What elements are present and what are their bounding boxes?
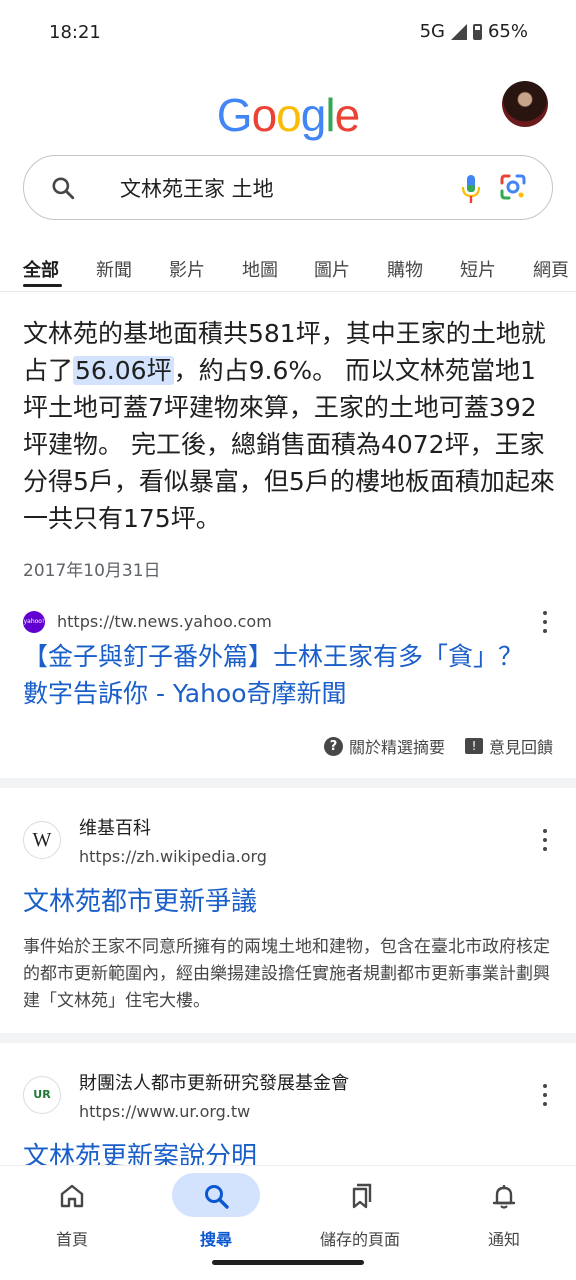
network-type: 5G bbox=[419, 21, 445, 42]
snippet-source-url: https://tw.news.yahoo.com bbox=[57, 612, 272, 631]
search-icon bbox=[205, 1185, 229, 1209]
search-icon[interactable] bbox=[50, 175, 76, 201]
gesture-handle[interactable] bbox=[212, 1260, 364, 1265]
battery-icon bbox=[472, 23, 482, 40]
tab-images[interactable]: 圖片 bbox=[314, 256, 350, 282]
logo-letter: g bbox=[300, 89, 327, 141]
tab-shorts[interactable]: 短片 bbox=[460, 256, 496, 282]
signal-icon bbox=[450, 23, 467, 40]
result-title[interactable]: 文林苑都市更新爭議 bbox=[23, 884, 257, 921]
lens-icon[interactable] bbox=[498, 172, 528, 202]
tab-news[interactable]: 新聞 bbox=[96, 256, 132, 282]
nav-label: 儲存的頁面 bbox=[319, 1230, 400, 1249]
nav-home[interactable]: 首頁 bbox=[0, 1166, 144, 1266]
about-featured-snippets-link[interactable]: 關於精選摘要 bbox=[349, 734, 445, 758]
more-options-icon[interactable] bbox=[542, 829, 548, 851]
tab-shopping[interactable]: 購物 bbox=[387, 256, 423, 282]
result-url[interactable]: https://zh.wikipedia.org bbox=[79, 847, 267, 866]
bell-icon bbox=[492, 1185, 516, 1209]
snippet-source[interactable]: yahoo! https://tw.news.yahoo.com bbox=[23, 609, 553, 635]
tab-all[interactable]: 全部 bbox=[23, 256, 59, 282]
search-tabs: 全部 新聞 影片 地圖 圖片 購物 短片 網頁 bbox=[0, 248, 576, 292]
search-query[interactable]: 文林苑王家 土地 bbox=[120, 173, 274, 203]
feedback-link[interactable]: 意見回饋 bbox=[489, 734, 553, 758]
search-box[interactable]: 文林苑王家 土地 bbox=[23, 155, 553, 220]
logo-letter: o bbox=[251, 89, 278, 141]
status-time: 18:21 bbox=[49, 22, 101, 43]
active-tab-indicator bbox=[23, 284, 62, 287]
nav-saved[interactable]: 儲存的頁面 bbox=[288, 1166, 432, 1266]
logo-letter: e bbox=[334, 89, 361, 141]
battery-level: 65% bbox=[487, 21, 528, 42]
result-site-name[interactable]: 財團法人都市更新研究發展基金會 bbox=[79, 1069, 349, 1095]
result-url[interactable]: https://www.ur.org.tw bbox=[79, 1102, 250, 1121]
section-divider bbox=[0, 778, 576, 788]
snippet-highlight: 56.06坪 bbox=[73, 356, 174, 385]
tab-maps[interactable]: 地圖 bbox=[242, 256, 278, 282]
snippet-result-title[interactable]: 【金子與釘子番外篇】士林王家有多「貪」？數字告訴你 - Yahoo奇摩新聞 bbox=[23, 638, 543, 712]
status-indicators: 5G 65% bbox=[420, 21, 528, 42]
yahoo-favicon: yahoo! bbox=[23, 611, 45, 633]
status-bar: 18:21 5G 65% bbox=[0, 0, 576, 66]
more-options-icon[interactable] bbox=[542, 1084, 548, 1106]
google-logo[interactable]: Google bbox=[0, 88, 576, 142]
tab-videos[interactable]: 影片 bbox=[169, 256, 205, 282]
ur-foundation-icon: UR bbox=[23, 1076, 61, 1114]
help-icon[interactable]: ? bbox=[323, 736, 343, 756]
snippet-date: 2017年10月31日 bbox=[23, 561, 161, 581]
result-site-name[interactable]: 维基百科 bbox=[79, 814, 151, 840]
feedback-icon[interactable]: ! bbox=[464, 738, 483, 754]
logo-letter: G bbox=[216, 89, 253, 141]
nav-search[interactable]: 搜尋 bbox=[144, 1166, 288, 1266]
wikipedia-icon: W bbox=[23, 821, 61, 859]
snippet-feedback-row: ? 關於精選摘要 ! 意見回饋 bbox=[323, 734, 553, 758]
logo-letter: o bbox=[276, 89, 302, 141]
featured-snippet-text: 文林苑的基地面積共581坪，其中王家的土地就占了56.06坪，約占9.6%。 而… bbox=[23, 315, 558, 537]
nav-label: 首頁 bbox=[55, 1230, 88, 1249]
result-description: 事件始於王家不同意所擁有的兩塊土地和建物，包含在臺北市政府核定的都市更新範圍內，… bbox=[23, 937, 550, 1011]
logo-letter: l bbox=[325, 89, 335, 141]
mic-icon[interactable] bbox=[460, 173, 482, 205]
section-divider bbox=[0, 1033, 576, 1043]
nav-label: 搜尋 bbox=[199, 1230, 232, 1249]
bookmarks-icon bbox=[352, 1183, 372, 1209]
nav-label: 通知 bbox=[487, 1230, 520, 1249]
account-avatar[interactable] bbox=[502, 81, 548, 127]
nav-notifications[interactable]: 通知 bbox=[432, 1166, 576, 1266]
tab-web[interactable]: 網頁 bbox=[533, 256, 569, 282]
more-options-icon[interactable] bbox=[542, 611, 548, 633]
home-icon bbox=[60, 1184, 84, 1208]
